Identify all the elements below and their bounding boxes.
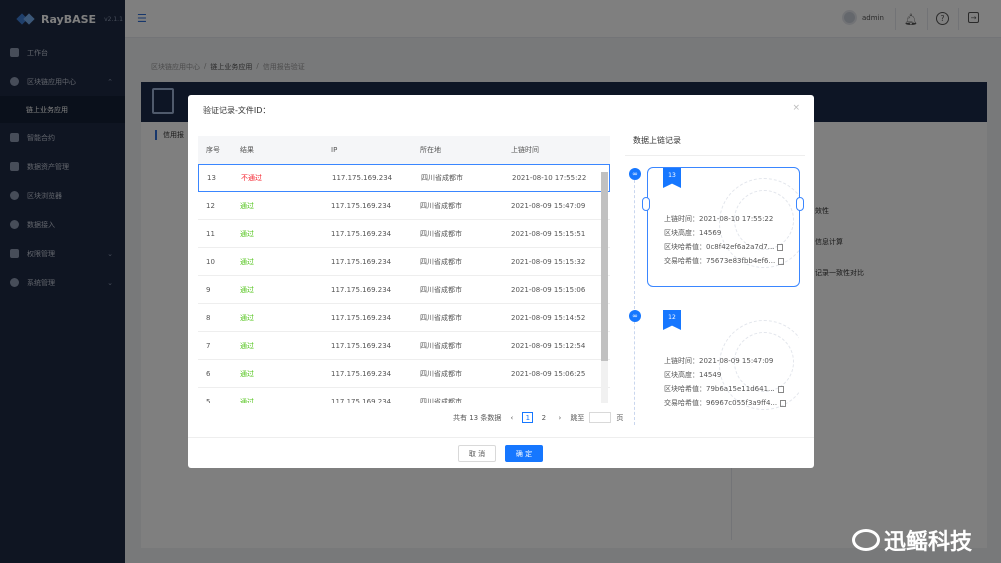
cell-result: 通过 — [240, 313, 254, 322]
cell-no: 12 — [206, 201, 215, 210]
cell-result: 通过 — [240, 397, 254, 404]
link-icon: ∞ — [629, 168, 641, 180]
cell-no: 7 — [206, 341, 211, 350]
jump-page-input[interactable] — [589, 412, 612, 423]
cell-result: 通过 — [240, 201, 254, 210]
cell-no: 6 — [206, 369, 211, 378]
page-1-button[interactable]: 1 — [522, 412, 534, 423]
table-row[interactable]: 10 通过 117.175.169.234 四川省成都市 2021-08-09 15:1… — [198, 248, 610, 276]
table-row[interactable]: 13 不通过 117.175.169.234 四川省成都市 2021-08-10 17:… — [198, 164, 610, 192]
cell-loc: 四川省成都市 — [420, 341, 462, 350]
cell-no: 11 — [206, 229, 215, 238]
cell-result: 通过 — [240, 369, 254, 378]
cell-no: 10 — [206, 257, 215, 266]
table-row[interactable]: 12 通过 117.175.169.234 四川省成都市 2021-08-09 15:4… — [198, 192, 610, 220]
cell-loc: 四川省成都市 — [420, 369, 462, 378]
cell-ip: 117.175.169.234 — [331, 285, 392, 294]
record-id-badge: 12 — [663, 310, 681, 330]
weibo-logo-icon — [852, 529, 880, 551]
table-row[interactable]: 7 通过 117.175.169.234 四川省成都市 2021-08-09 15:12… — [198, 332, 610, 360]
table-scrollbar[interactable] — [601, 172, 608, 403]
cell-no: 5 — [206, 397, 211, 404]
record-tx-hash: 交易哈希值：96967c055f3a9ff4... — [664, 398, 787, 408]
cell-loc: 四川省成都市 — [420, 229, 462, 238]
table-body: 13 不通过 117.175.169.234 四川省成都市 2021-08-10 17:… — [198, 164, 610, 403]
cell-loc: 四川省成都市 — [421, 174, 463, 182]
divider — [625, 155, 805, 156]
table-header: 序号 结果 IP 所在地 上链时间 — [198, 136, 610, 164]
cell-time: 2021-08-09 15:15:06 — [511, 285, 586, 294]
cell-no: 13 — [207, 174, 216, 182]
chain-record-card[interactable]: 13 上链时间：2021-08-10 17:55:22 区块高度：14569 区块哈希… — [647, 167, 800, 287]
record-id-badge: 13 — [663, 168, 681, 188]
record-time: 上链时间：2021-08-09 15:47:09 — [664, 357, 774, 365]
card-notch — [642, 197, 650, 211]
verification-record-modal: 验证记录-文件ID： × 序号 结果 IP 所在地 上链时间 13 不通过 117.… — [188, 95, 814, 468]
record-height: 区块高度：14549 — [664, 371, 722, 379]
record-tx-hash: 交易哈希值：75673e83fbb4ef6... — [664, 256, 785, 266]
record-block-hash: 区块哈希值：0c8f42ef6a2a7d7... — [664, 242, 784, 252]
cancel-button[interactable]: 取 消 — [458, 445, 496, 462]
cell-result: 通过 — [240, 285, 254, 294]
cell-result: 通过 — [240, 341, 254, 350]
link-icon: ∞ — [629, 310, 641, 322]
cell-result: 不通过 — [241, 174, 262, 182]
table-row[interactable]: 8 通过 117.175.169.234 四川省成都市 2021-08-09 15:14… — [198, 304, 610, 332]
cell-ip: 117.175.169.234 — [331, 229, 392, 238]
cell-time: 2021-08-09 15:15:32 — [511, 257, 586, 266]
cell-time: 2021-08-09 15:47:09 — [511, 201, 586, 210]
table-row[interactable]: 9 通过 117.175.169.234 四川省成都市 2021-08-09 15:15… — [198, 276, 610, 304]
modal-footer-divider — [188, 437, 814, 438]
record-time: 上链时间：2021-08-10 17:55:22 — [664, 215, 774, 223]
cell-no: 8 — [206, 313, 211, 322]
timeline-line — [634, 175, 635, 425]
copy-icon[interactable] — [780, 399, 787, 407]
cell-result: 通过 — [240, 229, 254, 238]
cell-ip: 117.175.169.234 — [332, 174, 393, 182]
table-row[interactable]: 5 通过 117.175.169.234 四川省成都市 — [198, 388, 610, 404]
scroll-thumb[interactable] — [601, 172, 608, 361]
cell-loc: 四川省成都市 — [420, 257, 462, 266]
page-unit: 页 — [616, 413, 624, 422]
chain-record-card[interactable]: 12 上链时间：2021-08-09 15:47:09 区块高度：14549 区块哈希… — [647, 309, 800, 429]
cell-loc: 四川省成都市 — [420, 285, 462, 294]
cell-ip: 117.175.169.234 — [331, 201, 392, 210]
cell-time: 2021-08-09 15:12:54 — [511, 341, 586, 350]
cell-time: 2021-08-09 15:14:52 — [511, 313, 586, 322]
cell-time: 2021-08-09 15:06:25 — [511, 369, 586, 378]
card-notch — [796, 197, 804, 211]
table-row[interactable]: 6 通过 117.175.169.234 四川省成都市 2021-08-09 15:06… — [198, 360, 610, 388]
chain-records-title: 数据上链记录 — [633, 136, 681, 145]
cell-ip: 117.175.169.234 — [331, 313, 392, 322]
close-icon[interactable]: × — [792, 103, 800, 113]
confirm-button[interactable]: 确 定 — [505, 445, 543, 462]
cell-no: 9 — [206, 285, 211, 294]
cell-ip: 117.175.169.234 — [331, 397, 392, 404]
cell-time: 2021-08-10 17:55:22 — [512, 174, 587, 182]
cell-result: 通过 — [240, 257, 254, 266]
cell-loc: 四川省成都市 — [420, 201, 462, 210]
pagination-total: 共有 13 条数据 — [453, 413, 502, 422]
cell-loc: 四川省成都市 — [420, 313, 462, 322]
record-block-hash: 区块哈希值：79b6a15e11d641... — [664, 384, 784, 394]
copy-icon[interactable] — [777, 385, 784, 393]
cell-ip: 117.175.169.234 — [331, 341, 392, 350]
jump-label: 跳至 — [570, 413, 585, 422]
cell-ip: 117.175.169.234 — [331, 369, 392, 378]
record-height: 区块高度：14569 — [664, 229, 722, 237]
watermark: 迅鳐科技 — [852, 524, 972, 556]
table-row[interactable]: 11 通过 117.175.169.234 四川省成都市 2021-08-09 15:1… — [198, 220, 610, 248]
cell-loc: 四川省成都市 — [420, 397, 462, 404]
page-2-button[interactable]: 2 — [538, 412, 549, 423]
modal-title: 验证记录-文件ID： — [203, 106, 271, 115]
cell-ip: 117.175.169.234 — [331, 257, 392, 266]
cell-time: 2021-08-09 15:15:51 — [511, 229, 586, 238]
copy-icon[interactable] — [778, 257, 785, 265]
prev-page-button[interactable]: ‹ — [506, 412, 517, 423]
copy-icon[interactable] — [777, 243, 784, 251]
pagination: 共有 13 条数据 ‹ 1 2 › 跳至 页 — [453, 412, 623, 423]
next-page-button[interactable]: › — [554, 412, 565, 423]
verification-table: 序号 结果 IP 所在地 上链时间 13 不通过 117.175.169.234 四川… — [198, 136, 610, 403]
